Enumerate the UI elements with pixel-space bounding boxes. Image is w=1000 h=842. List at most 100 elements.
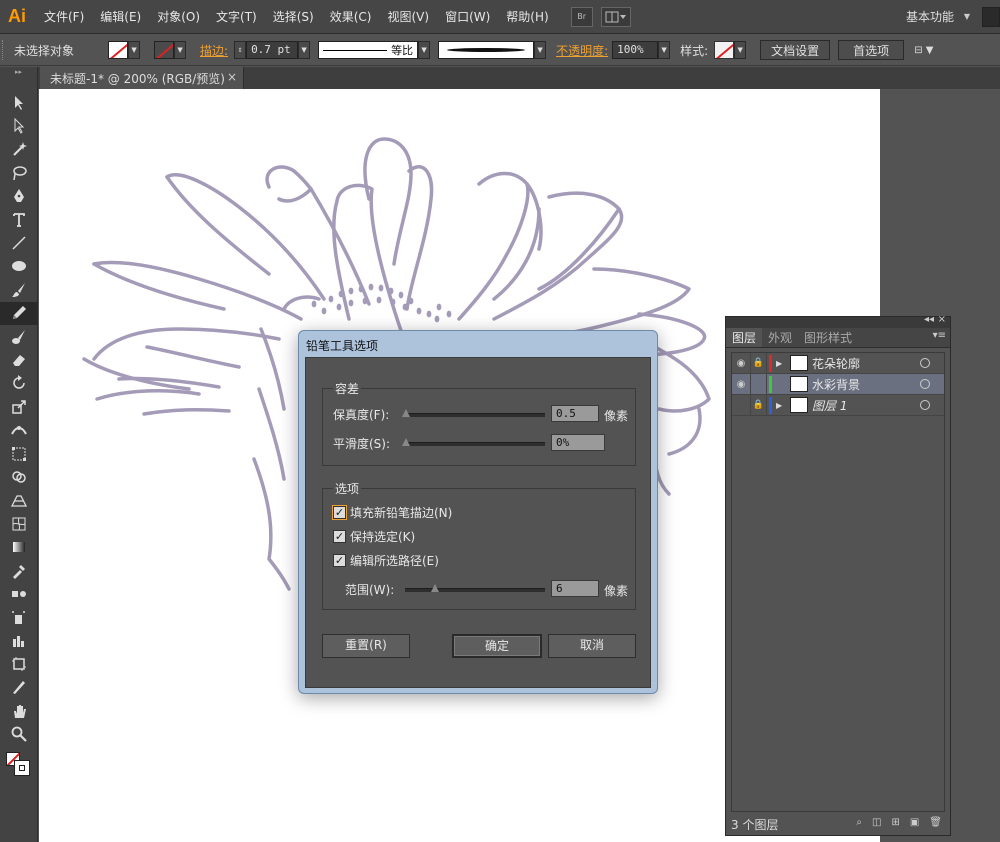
panel-grip[interactable] <box>2 40 8 60</box>
eyedropper-tool[interactable] <box>0 559 38 582</box>
new-layer-icon[interactable]: ▣ <box>910 817 919 828</box>
stroke-weight-stepper[interactable]: ⇕ <box>234 41 247 59</box>
collapse-panel-icon[interactable]: ◂◂ <box>924 314 934 325</box>
fill-new-strokes-checkbox[interactable]: ✓ <box>332 504 347 520</box>
layer-row[interactable]: ◉ 水彩背景 <box>732 373 944 395</box>
target-circle-icon[interactable] <box>920 358 930 368</box>
profile-dropdown[interactable]: ▼ <box>418 41 431 59</box>
stroke-weight-dropdown[interactable]: ▼ <box>298 41 311 59</box>
paintbrush-tool[interactable] <box>0 278 38 301</box>
target-circle-icon[interactable] <box>920 400 930 410</box>
perspective-grid-tool[interactable] <box>0 489 38 512</box>
tools-panel-grip[interactable] <box>0 77 37 91</box>
stroke-indicator[interactable] <box>14 759 30 776</box>
symbol-sprayer-tool[interactable] <box>0 606 38 629</box>
smoothness-slider[interactable] <box>405 442 545 446</box>
delete-layer-icon[interactable]: 🗑 <box>929 817 942 828</box>
close-tab-icon[interactable]: × <box>227 70 237 84</box>
rotate-tool[interactable] <box>0 372 38 395</box>
stroke-panel-link[interactable]: 描边: <box>200 42 228 59</box>
target-circle-icon[interactable] <box>920 379 930 389</box>
reset-button[interactable]: 重置(R) <box>322 634 410 658</box>
menu-item[interactable]: 文件(F) <box>36 8 92 25</box>
stroke-weight-field[interactable]: 0.7 pt <box>246 41 299 59</box>
document-tab[interactable]: 未标题-1* @ 200% (RGB/预览) × <box>40 67 244 89</box>
smoothness-slider-thumb[interactable] <box>402 438 410 446</box>
column-graph-tool[interactable] <box>0 629 38 652</box>
selection-tool[interactable] <box>0 91 38 114</box>
fill-new-strokes-option[interactable]: ✓ 填充新铅笔描边(N) <box>332 504 452 520</box>
ok-button[interactable]: 确定 <box>452 634 542 658</box>
gradient-tool[interactable] <box>0 535 38 558</box>
layers-tab[interactable]: 外观 <box>762 328 798 347</box>
visibility-eye-icon[interactable]: ◉ <box>732 379 750 390</box>
keep-selected-checkbox[interactable]: ✓ <box>333 529 346 543</box>
free-transform-tool[interactable] <box>0 442 38 465</box>
scale-tool[interactable] <box>0 395 38 418</box>
expand-triangle-icon[interactable]: ▶ <box>776 359 786 368</box>
variable-width-profile[interactable]: 等比 <box>318 41 419 59</box>
layers-tab[interactable]: 图形样式 <box>798 328 858 347</box>
brush-definition[interactable] <box>438 41 535 59</box>
expand-triangle-icon[interactable]: ▶ <box>776 401 786 410</box>
bridge-button[interactable]: Br <box>570 6 593 27</box>
pencil-tool[interactable] <box>0 301 38 325</box>
graphic-style-swatch[interactable] <box>714 41 735 59</box>
keep-selected-option[interactable]: ✓ 保持选定(K) <box>333 528 415 544</box>
line-segment-tool[interactable] <box>0 231 38 254</box>
layer-name[interactable]: 花朵轮廓 <box>812 355 920 372</box>
menu-item[interactable]: 视图(V) <box>379 8 437 25</box>
menu-item[interactable]: 文字(T) <box>208 8 265 25</box>
arrange-documents-button[interactable] <box>600 6 631 27</box>
layers-tab[interactable]: 图层 <box>726 328 763 347</box>
artboard-tool[interactable] <box>0 652 38 675</box>
width-tool[interactable] <box>0 418 38 441</box>
stroke-dropdown[interactable]: ▼ <box>174 41 187 59</box>
opacity-panel-link[interactable]: 不透明度: <box>556 42 608 59</box>
lock-icon[interactable] <box>750 373 767 395</box>
fidelity-field[interactable]: 0.5 <box>551 405 599 422</box>
edit-selected-paths-option[interactable]: ✓ 编辑所选路径(E) <box>333 552 439 568</box>
hand-tool[interactable] <box>0 699 38 722</box>
stroke-color-swatch[interactable] <box>154 41 175 59</box>
lasso-tool[interactable] <box>0 161 38 184</box>
layer-name[interactable]: 水彩背景 <box>812 376 920 393</box>
zoom-tool[interactable] <box>0 723 38 746</box>
tools-panel-collapse-icon[interactable]: ▸▸ <box>0 67 37 77</box>
within-slider[interactable] <box>405 588 545 592</box>
cancel-button[interactable]: 取消 <box>548 634 636 658</box>
fidelity-slider[interactable] <box>405 413 545 417</box>
menu-item[interactable]: 编辑(E) <box>92 8 149 25</box>
smoothness-field[interactable]: 0% <box>551 434 605 451</box>
search-field[interactable] <box>982 7 1000 27</box>
new-sublayer-icon[interactable]: ⊞ <box>891 817 899 828</box>
type-tool[interactable] <box>0 208 38 231</box>
visibility-eye-icon[interactable]: ◉ <box>732 358 750 369</box>
layers-panel-titlebar[interactable]: ◂◂ × <box>726 314 950 328</box>
menu-item[interactable]: 对象(O) <box>149 8 208 25</box>
menu-item[interactable]: 选择(S) <box>265 8 322 25</box>
menu-item[interactable]: 窗口(W) <box>437 8 498 25</box>
within-slider-thumb[interactable] <box>431 584 439 592</box>
pen-tool[interactable] <box>0 185 38 208</box>
brush-dropdown[interactable]: ▼ <box>534 41 547 59</box>
menu-item[interactable]: 效果(C) <box>322 8 380 25</box>
layer-row[interactable]: 🔒 ▶ 图层 1 <box>732 394 944 416</box>
locate-object-icon[interactable]: ⌕ <box>856 817 862 828</box>
fidelity-slider-thumb[interactable] <box>402 409 410 417</box>
magic-wand-tool[interactable] <box>0 138 38 161</box>
blend-tool[interactable] <box>0 582 38 605</box>
lock-icon[interactable]: 🔒 <box>750 352 767 374</box>
lock-icon[interactable]: 🔒 <box>750 394 767 416</box>
slice-tool[interactable] <box>0 676 38 699</box>
layer-row[interactable]: ◉ 🔒 ▶ 花朵轮廓 <box>732 352 944 374</box>
mesh-tool[interactable] <box>0 512 38 535</box>
menu-item[interactable]: 帮助(H) <box>498 8 556 25</box>
shape-builder-tool[interactable] <box>0 465 38 488</box>
workspace-chevron-icon[interactable]: ▼ <box>964 12 970 21</box>
preferences-button[interactable]: 首选项 <box>838 40 905 60</box>
document-setup-button[interactable]: 文档设置 <box>760 40 831 60</box>
eraser-tool[interactable] <box>0 348 38 371</box>
opacity-dropdown[interactable]: ▼ <box>658 41 671 59</box>
within-field[interactable]: 6 <box>551 580 599 597</box>
